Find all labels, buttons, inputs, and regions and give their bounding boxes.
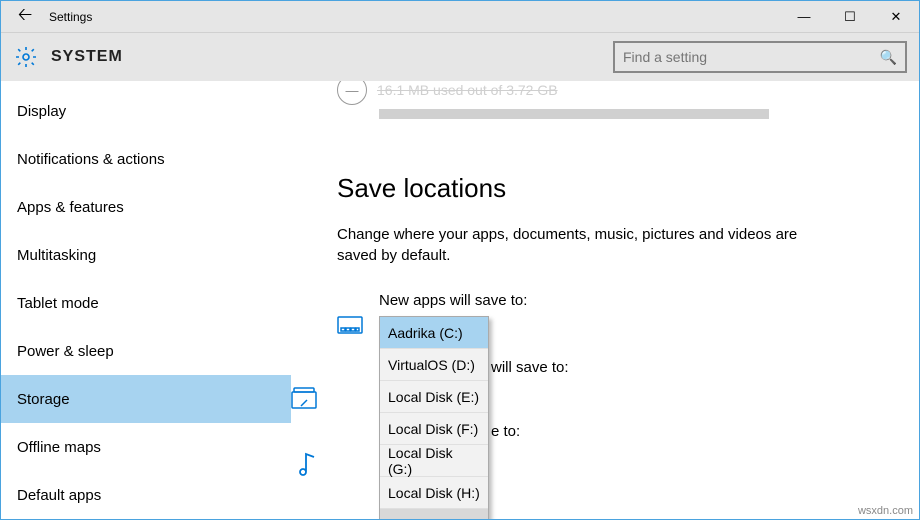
header: SYSTEM 🔍 bbox=[1, 33, 919, 81]
close-button[interactable]: ✕ bbox=[873, 1, 919, 33]
sidebar-item-label: Default apps bbox=[17, 487, 101, 504]
minimize-button[interactable]: — bbox=[781, 1, 827, 33]
dropdown-item[interactable]: USB Drive (I:) bbox=[380, 509, 488, 519]
dropdown-item[interactable]: VirtualOS (D:) bbox=[380, 349, 488, 381]
sidebar-item-label: Offline maps bbox=[17, 439, 101, 456]
minimize-icon: — bbox=[798, 9, 811, 24]
dropdown-item[interactable]: Local Disk (G:) bbox=[380, 445, 488, 477]
dropdown-item-label: VirtualOS (D:) bbox=[388, 357, 475, 373]
dropdown-item[interactable]: Local Disk (E:) bbox=[380, 381, 488, 413]
back-arrow-icon: 🡠 bbox=[18, 2, 33, 32]
save-label-documents-partial: will save to: bbox=[491, 359, 569, 376]
sidebar-item-label: Multitasking bbox=[17, 247, 96, 264]
sidebar-item-label: Tablet mode bbox=[17, 295, 99, 312]
dropdown-item-label: Local Disk (E:) bbox=[388, 389, 479, 405]
sidebar-item-offline-maps[interactable]: Offline maps bbox=[1, 423, 291, 471]
sidebar-item-display[interactable]: Display bbox=[1, 87, 291, 135]
dropdown-list: Aadrika (C:) VirtualOS (D:) Local Disk (… bbox=[379, 316, 489, 519]
sidebar-item-multitasking[interactable]: Multitasking bbox=[1, 231, 291, 279]
storage-bar bbox=[379, 109, 769, 119]
watermark: wsxdn.com bbox=[858, 505, 913, 517]
search-box[interactable]: 🔍 bbox=[613, 41, 907, 73]
maximize-button[interactable]: ☐ bbox=[827, 1, 873, 33]
settings-window: 🡠 Settings — ☐ ✕ SYSTEM 🔍 Display Notifi… bbox=[0, 0, 920, 520]
dropdown-item[interactable]: Local Disk (H:) bbox=[380, 477, 488, 509]
gear-icon bbox=[13, 44, 39, 70]
sidebar-item-label: Notifications & actions bbox=[17, 151, 165, 168]
dropdown-item-label: Aadrika (C:) bbox=[388, 325, 463, 341]
section-description: Change where your apps, documents, music… bbox=[337, 224, 817, 266]
save-block-apps: New apps will save to: Aadrika (C:) Virt… bbox=[337, 292, 919, 337]
music-icon bbox=[295, 453, 321, 475]
sidebar-item-apps-features[interactable]: Apps & features bbox=[1, 183, 291, 231]
dropdown-item[interactable]: Aadrika (C:) bbox=[380, 317, 488, 349]
apps-icon bbox=[337, 315, 363, 337]
documents-icon bbox=[291, 387, 317, 409]
sidebar-item-label: Power & sleep bbox=[17, 343, 114, 360]
window-controls: — ☐ ✕ bbox=[781, 1, 919, 33]
dropdown-item-label: USB Drive (I:) bbox=[388, 517, 474, 519]
save-row-apps: Aadrika (C:) VirtualOS (D:) Local Disk (… bbox=[337, 315, 919, 337]
sidebar-item-label: Apps & features bbox=[17, 199, 124, 216]
drive-icon: — bbox=[337, 81, 367, 105]
dropdown-item-label: Local Disk (H:) bbox=[388, 485, 480, 501]
sidebar: Display Notifications & actions Apps & f… bbox=[1, 81, 291, 519]
save-label-music-partial: e to: bbox=[491, 423, 520, 440]
dropdown-item-label: Local Disk (G:) bbox=[388, 445, 480, 477]
dropdown-item[interactable]: Local Disk (F:) bbox=[380, 413, 488, 445]
search-input[interactable] bbox=[623, 49, 880, 65]
titlebar: 🡠 Settings — ☐ ✕ bbox=[1, 1, 919, 33]
storage-drive-row: — 16.1 MB used out of 3.72 GB bbox=[337, 81, 919, 105]
window-title: Settings bbox=[49, 10, 92, 24]
sidebar-item-notifications[interactable]: Notifications & actions bbox=[1, 135, 291, 183]
back-button[interactable]: 🡠 bbox=[1, 1, 49, 33]
search-icon: 🔍 bbox=[880, 49, 897, 66]
sidebar-item-storage[interactable]: Storage bbox=[1, 375, 291, 423]
header-title: SYSTEM bbox=[51, 48, 123, 66]
content: — 16.1 MB used out of 3.72 GB Save locat… bbox=[291, 81, 919, 519]
sidebar-item-label: Storage bbox=[17, 391, 70, 408]
sidebar-item-default-apps[interactable]: Default apps bbox=[1, 471, 291, 519]
body: Display Notifications & actions Apps & f… bbox=[1, 81, 919, 519]
close-icon: ✕ bbox=[891, 9, 902, 25]
maximize-icon: ☐ bbox=[844, 9, 856, 25]
sidebar-item-power-sleep[interactable]: Power & sleep bbox=[1, 327, 291, 375]
save-label-apps: New apps will save to: bbox=[379, 292, 919, 309]
sidebar-item-tablet-mode[interactable]: Tablet mode bbox=[1, 279, 291, 327]
section-title: Save locations bbox=[337, 173, 919, 204]
dropdown-item-label: Local Disk (F:) bbox=[388, 421, 478, 437]
storage-used-text: 16.1 MB used out of 3.72 GB bbox=[377, 82, 558, 98]
sidebar-item-label: Display bbox=[17, 103, 66, 120]
